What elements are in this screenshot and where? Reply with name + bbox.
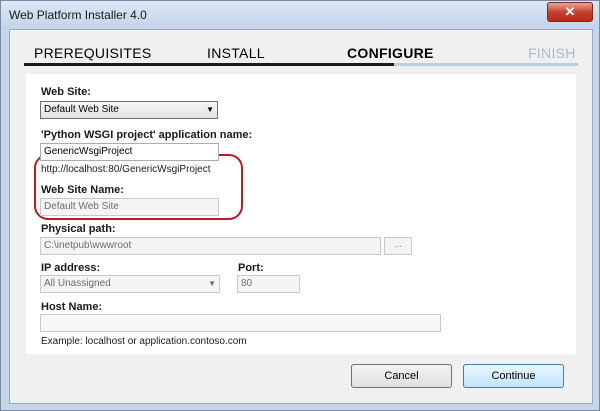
physical-path-input[interactable]: C:\inetpub\wwwroot <box>40 237 381 255</box>
progress-bar-done <box>24 63 394 66</box>
web-site-select[interactable]: Default Web Site ▼ <box>40 101 218 119</box>
web-site-value: Default Web Site <box>44 104 119 115</box>
web-site-label: Web Site: <box>41 86 91 98</box>
host-name-input[interactable] <box>40 314 441 332</box>
configuration-panel: Web Site: Default Web Site ▼ 'Python WSG… <box>26 74 576 354</box>
ip-address-select[interactable]: All Unassigned ▼ <box>40 275 220 293</box>
title-bar: Web Platform Installer 4.0 ✕ <box>1 1 599 29</box>
close-icon[interactable]: ✕ <box>547 2 593 22</box>
host-name-example: Example: localhost or application.contos… <box>41 336 247 347</box>
web-site-name-input[interactable]: Default Web Site <box>40 198 219 216</box>
chevron-down-icon: ▼ <box>206 105 214 114</box>
installer-window: Web Platform Installer 4.0 ✕ PREREQUISIT… <box>0 0 600 411</box>
window-title: Web Platform Installer 4.0 <box>9 8 147 22</box>
step-configure: CONFIGURE <box>347 45 434 61</box>
app-name-label: 'Python WSGI project' application name: <box>41 129 253 141</box>
ip-address-label: IP address: <box>41 262 101 274</box>
browse-button[interactable]: ... <box>384 237 412 255</box>
port-input[interactable]: 80 <box>237 275 300 293</box>
physical-path-label: Physical path: <box>41 223 116 235</box>
step-install: INSTALL <box>207 45 265 61</box>
chevron-down-icon: ▼ <box>208 279 216 288</box>
host-name-label: Host Name: <box>41 301 103 313</box>
ip-address-value: All Unassigned <box>44 278 111 289</box>
app-url-text: http://localhost:80/GenericWsgiProject <box>41 164 211 175</box>
step-finish: FINISH <box>528 45 576 61</box>
cancel-button[interactable]: Cancel <box>351 364 452 388</box>
app-name-input[interactable]: GenericWsgiProject <box>40 143 219 161</box>
web-site-name-label: Web Site Name: <box>41 184 124 196</box>
client-area: PREREQUISITES INSTALL CONFIGURE FINISH W… <box>9 29 593 404</box>
progress-bar-pending <box>394 63 578 66</box>
wizard-steps: PREREQUISITES INSTALL CONFIGURE FINISH <box>10 30 592 70</box>
port-label: Port: <box>238 262 264 274</box>
step-prerequisites: PREREQUISITES <box>34 45 152 61</box>
continue-button[interactable]: Continue <box>463 364 564 388</box>
